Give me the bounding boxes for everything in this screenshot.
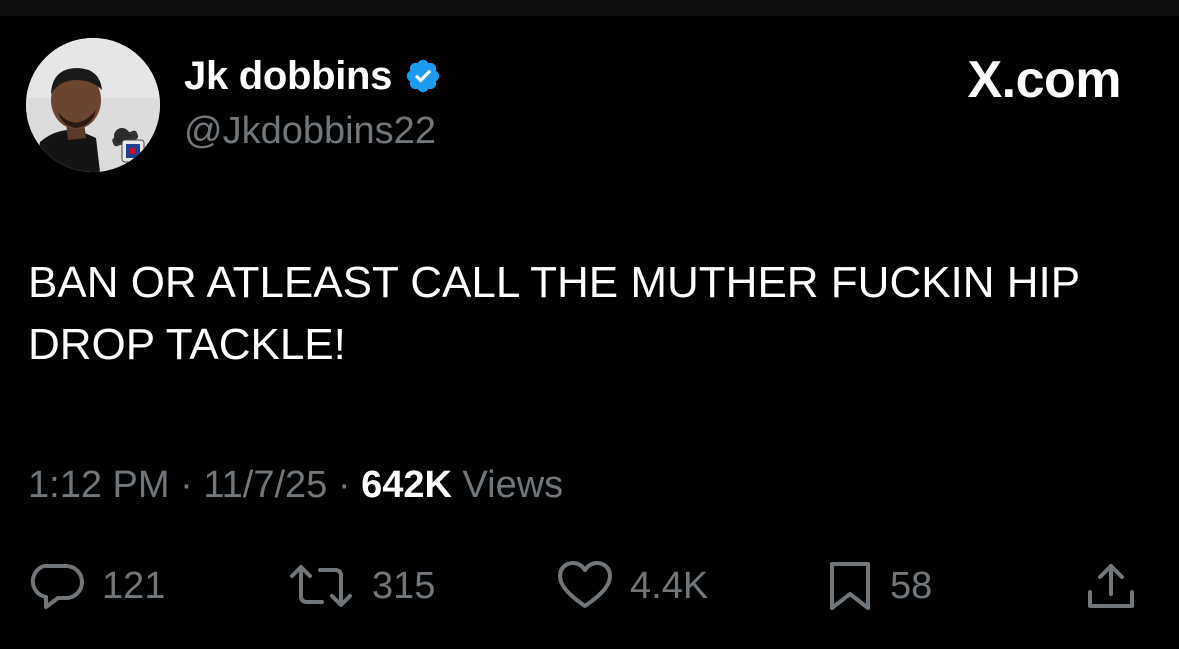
like-count: 4.4K (630, 564, 709, 607)
bookmark-button[interactable]: 58 (826, 560, 932, 612)
reply-button[interactable]: 121 (28, 560, 165, 612)
tweet-meta: 1:12 PM · 11/7/25 · 642K Views (28, 464, 563, 507)
tweet-card: Jk dobbins @Jkdobbins22 X.com BAN OR ATL… (0, 16, 1179, 649)
verified-badge-icon (406, 59, 440, 93)
tweet-date[interactable]: 11/7/25 (203, 464, 327, 506)
x-com-logo: X.com (967, 51, 1121, 109)
action-bar: 121 315 4.4K 58 (0, 560, 1179, 612)
reply-icon (30, 564, 84, 609)
avatar[interactable] (26, 38, 160, 172)
meta-separator: · (180, 464, 193, 506)
share-button[interactable] (1084, 560, 1138, 612)
views-count: 642K (361, 464, 452, 506)
author-handle[interactable]: @Jkdobbins22 (184, 110, 436, 153)
repost-button[interactable]: 315 (286, 560, 435, 612)
tweet-text: BAN OR ATLEAST CALL THE MUTHER FUCKIN HI… (28, 258, 1080, 369)
meta-separator: · (337, 464, 351, 506)
views-label: Views (462, 464, 564, 506)
author-display-name[interactable]: Jk dobbins (184, 54, 392, 99)
heart-icon (558, 561, 612, 608)
like-button[interactable]: 4.4K (556, 560, 708, 612)
author-name-row[interactable]: Jk dobbins (184, 54, 442, 98)
avatar-photo (26, 38, 160, 172)
repost-icon (290, 565, 352, 607)
bookmark-count: 58 (890, 564, 933, 607)
tweet-time[interactable]: 1:12 PM (28, 464, 170, 506)
bookmark-icon (830, 562, 870, 610)
repost-count: 315 (372, 564, 436, 607)
reply-count: 121 (102, 564, 166, 607)
share-icon (1088, 564, 1134, 608)
top-bar (0, 0, 1179, 16)
